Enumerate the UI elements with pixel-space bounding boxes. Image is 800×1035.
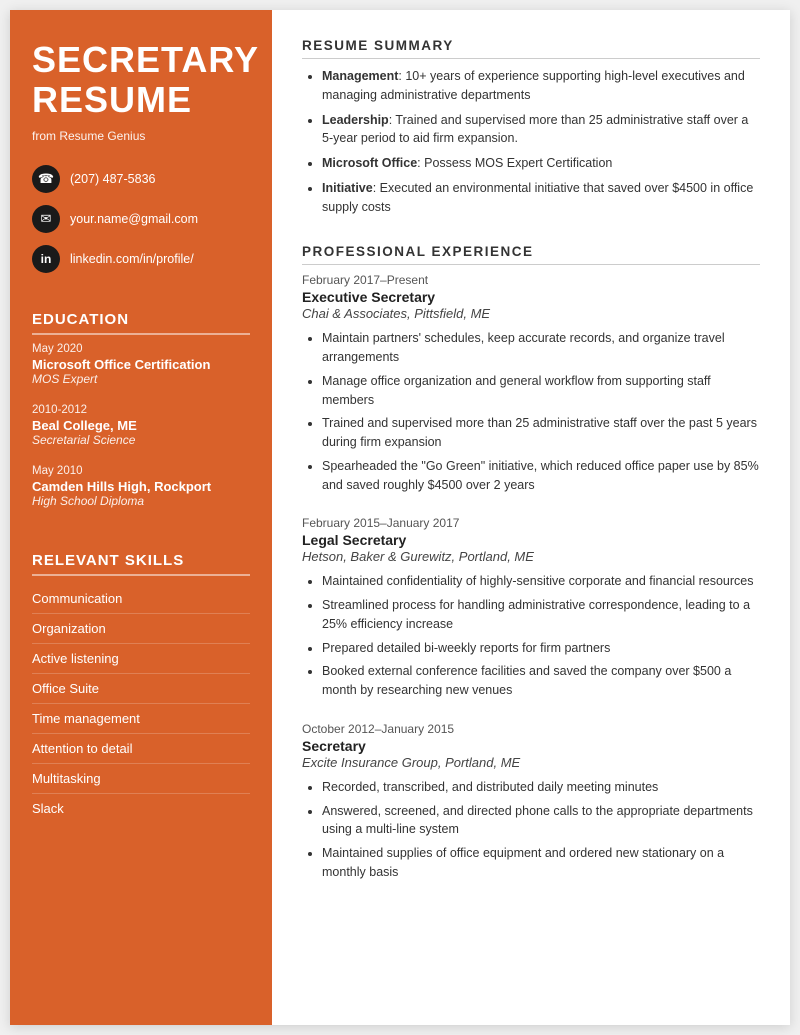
edu-date-2: 2010-2012 <box>32 404 250 416</box>
skill-office-suite: Office Suite <box>32 674 250 704</box>
summary-bold-1: Management <box>322 69 398 83</box>
phone-number: (207) 487-5836 <box>70 172 155 186</box>
email-icon: ✉ <box>32 205 60 233</box>
job-3-bullet-3: Maintained supplies of office equipment … <box>322 844 760 882</box>
skill-time-management: Time management <box>32 704 250 734</box>
summary-item-4: Initiative: Executed an environmental in… <box>322 179 760 217</box>
edu-date-3: May 2010 <box>32 465 250 477</box>
job-1-bullet-1: Maintain partners' schedules, keep accur… <box>322 329 760 367</box>
edu-name-1: Microsoft Office Certification <box>32 357 250 372</box>
job-2-bullet-4: Booked external conference facilities an… <box>322 662 760 700</box>
linkedin-contact: in linkedin.com/in/profile/ <box>32 245 250 273</box>
edu-item-2: 2010-2012 Beal College, ME Secretarial S… <box>32 404 250 447</box>
main-content: RESUME SUMMARY Management: 10+ years of … <box>272 10 790 1025</box>
phone-icon: ☎ <box>32 165 60 193</box>
edu-detail-2: Secretarial Science <box>32 433 250 447</box>
job-1-date: February 2017–Present <box>302 273 760 287</box>
job-2-company: Hetson, Baker & Gurewitz, Portland, ME <box>302 549 760 564</box>
skill-communication: Communication <box>32 584 250 614</box>
summary-list: Management: 10+ years of experience supp… <box>302 67 760 216</box>
job-2-bullet-2: Streamlined process for handling adminis… <box>322 596 760 634</box>
summary-text-3: : Possess MOS Expert Certification <box>417 156 612 170</box>
summary-item-3: Microsoft Office: Possess MOS Expert Cer… <box>322 154 760 173</box>
sidebar: SECRETARY RESUME from Resume Genius ☎ (2… <box>10 10 272 1025</box>
email-contact: ✉ your.name@gmail.com <box>32 205 250 233</box>
job-1: February 2017–Present Executive Secretar… <box>302 273 760 494</box>
summary-bold-4: Initiative <box>322 181 373 195</box>
job-3-title: Secretary <box>302 738 760 754</box>
skill-organization: Organization <box>32 614 250 644</box>
education-section-title: EDUCATION <box>32 311 250 335</box>
job-3: October 2012–January 2015 Secretary Exci… <box>302 722 760 882</box>
resume-title: SECRETARY RESUME <box>32 40 250 119</box>
edu-detail-3: High School Diploma <box>32 494 250 508</box>
job-3-date: October 2012–January 2015 <box>302 722 760 736</box>
edu-name-3: Camden Hills High, Rockport <box>32 479 250 494</box>
job-1-title: Executive Secretary <box>302 289 760 305</box>
resume-container: SECRETARY RESUME from Resume Genius ☎ (2… <box>10 10 790 1025</box>
experience-section: PROFESSIONAL EXPERIENCE February 2017–Pr… <box>302 244 760 903</box>
skill-slack: Slack <box>32 794 250 823</box>
job-2-bullet-1: Maintained confidentiality of highly-sen… <box>322 572 760 591</box>
summary-item-1: Management: 10+ years of experience supp… <box>322 67 760 105</box>
linkedin-url: linkedin.com/in/profile/ <box>70 252 194 266</box>
email-address: your.name@gmail.com <box>70 212 198 226</box>
job-3-bullet-2: Answered, screened, and directed phone c… <box>322 802 760 840</box>
job-3-list: Recorded, transcribed, and distributed d… <box>302 778 760 882</box>
job-2-title: Legal Secretary <box>302 532 760 548</box>
job-1-company: Chai & Associates, Pittsfield, ME <box>302 306 760 321</box>
job-3-company: Excite Insurance Group, Portland, ME <box>302 755 760 770</box>
job-1-list: Maintain partners' schedules, keep accur… <box>302 329 760 494</box>
experience-title: PROFESSIONAL EXPERIENCE <box>302 244 760 265</box>
summary-title: RESUME SUMMARY <box>302 38 760 59</box>
edu-date-1: May 2020 <box>32 343 250 355</box>
summary-section: RESUME SUMMARY Management: 10+ years of … <box>302 38 760 222</box>
skill-attention-to-detail: Attention to detail <box>32 734 250 764</box>
skills-list: Communication Organization Active listen… <box>32 584 250 823</box>
job-2-date: February 2015–January 2017 <box>302 516 760 530</box>
job-2: February 2015–January 2017 Legal Secreta… <box>302 516 760 700</box>
job-2-bullet-3: Prepared detailed bi-weekly reports for … <box>322 639 760 658</box>
education-list: May 2020 Microsoft Office Certification … <box>32 343 250 526</box>
edu-item-1: May 2020 Microsoft Office Certification … <box>32 343 250 386</box>
job-3-bullet-1: Recorded, transcribed, and distributed d… <box>322 778 760 797</box>
skills-section-title: RELEVANT SKILLS <box>32 552 250 576</box>
job-1-bullet-4: Spearheaded the "Go Green" initiative, w… <box>322 457 760 495</box>
edu-name-2: Beal College, ME <box>32 418 250 433</box>
resume-source: from Resume Genius <box>32 129 250 143</box>
job-2-list: Maintained confidentiality of highly-sen… <box>302 572 760 700</box>
summary-bold-3: Microsoft Office <box>322 156 417 170</box>
skill-multitasking: Multitasking <box>32 764 250 794</box>
edu-item-3: May 2010 Camden Hills High, Rockport Hig… <box>32 465 250 508</box>
summary-item-2: Leadership: Trained and supervised more … <box>322 111 760 149</box>
edu-detail-1: MOS Expert <box>32 372 250 386</box>
summary-bold-2: Leadership <box>322 113 389 127</box>
linkedin-icon: in <box>32 245 60 273</box>
phone-contact: ☎ (207) 487-5836 <box>32 165 250 193</box>
job-1-bullet-2: Manage office organization and general w… <box>322 372 760 410</box>
summary-text-4: : Executed an environmental initiative t… <box>322 181 753 214</box>
skill-active-listening: Active listening <box>32 644 250 674</box>
job-1-bullet-3: Trained and supervised more than 25 admi… <box>322 414 760 452</box>
